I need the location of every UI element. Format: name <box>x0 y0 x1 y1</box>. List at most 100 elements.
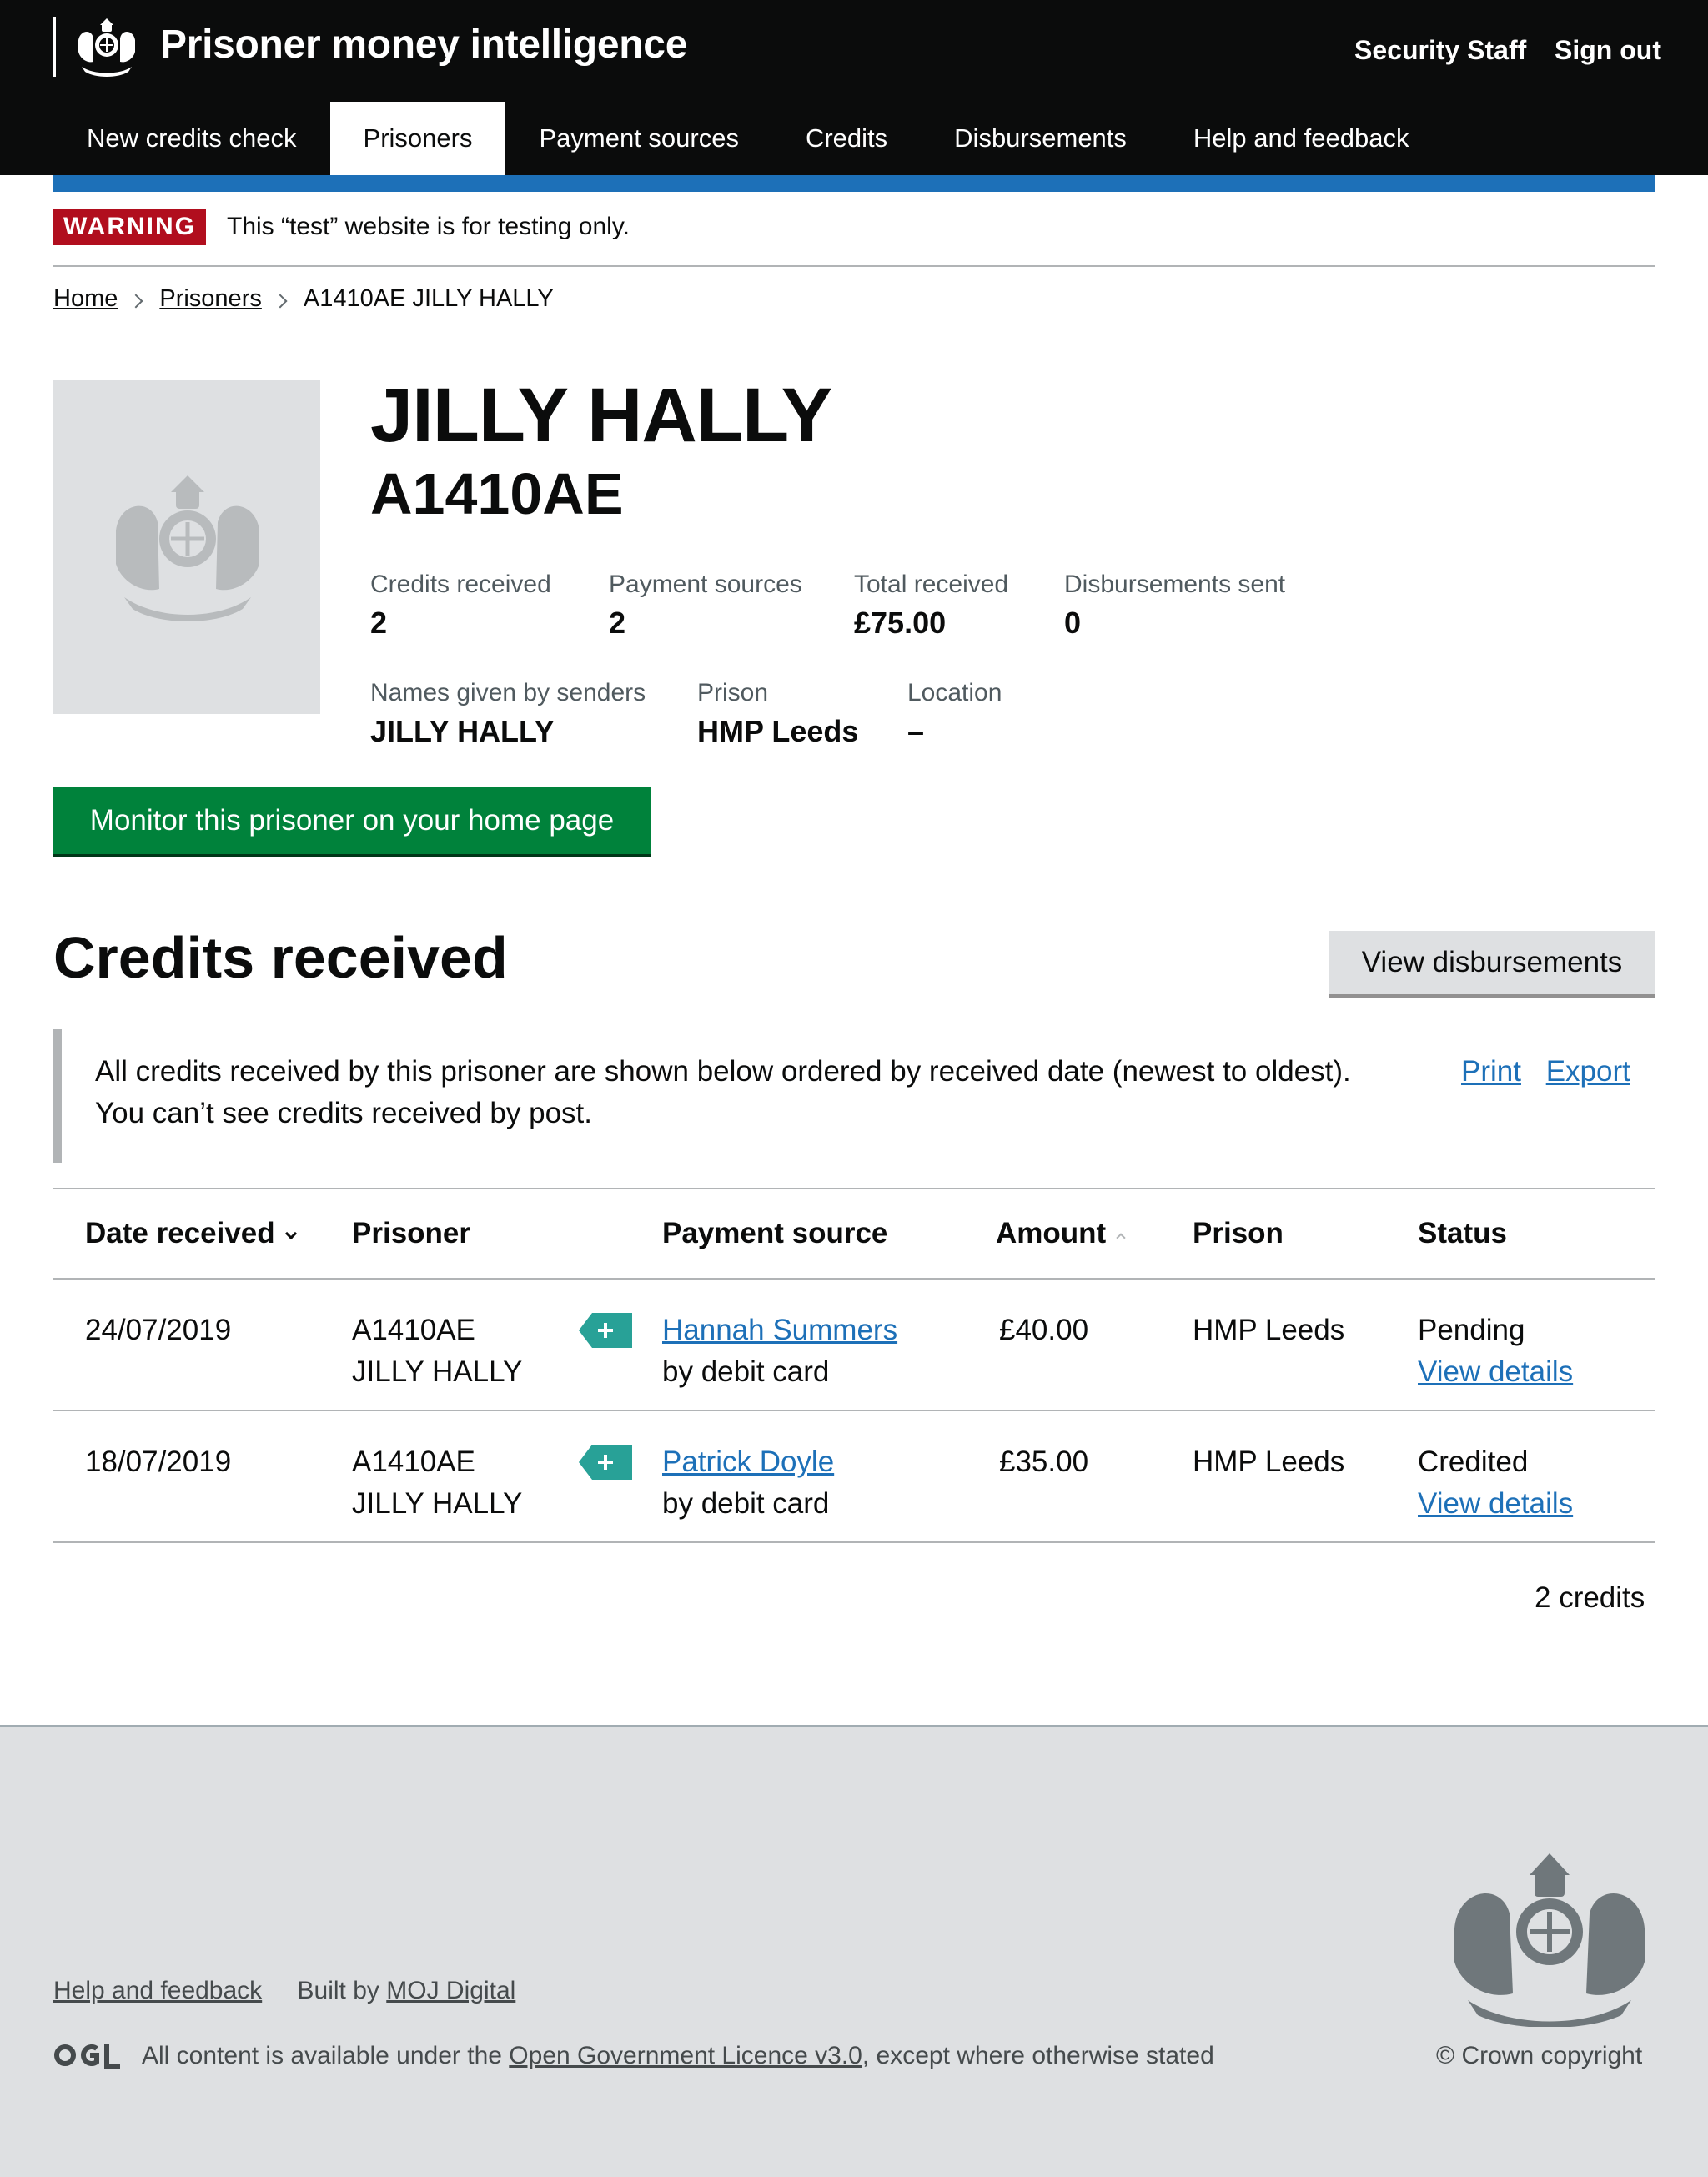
prisoner-photo-placeholder <box>53 380 320 714</box>
print-link[interactable]: Print <box>1461 1055 1521 1088</box>
column-prisoner: Prisoner <box>352 1188 560 1280</box>
royal-crest-icon <box>116 475 259 621</box>
column-label: Amount <box>996 1217 1107 1249</box>
status-text: Credited <box>1418 1445 1529 1478</box>
breadcrumb-current: A1410AE JILLY HALLY <box>303 285 554 312</box>
column-status: Status <box>1418 1188 1655 1280</box>
inset-actions: Print Export <box>1461 1051 1647 1093</box>
user-name[interactable]: Security Staff <box>1354 35 1526 66</box>
breadcrumb-prisoners[interactable]: Prisoners <box>159 285 262 313</box>
stat-value: – <box>907 714 925 748</box>
credits-count: 2 credits <box>1535 1581 1645 1614</box>
cell-status: Pending View details <box>1418 1279 1655 1411</box>
cell-payment-source: Patrick Doyle by debit card <box>662 1410 987 1543</box>
service-name[interactable]: Prisoner money intelligence <box>160 22 687 68</box>
column-label: Date received <box>85 1217 275 1249</box>
cell-prison: HMP Leeds <box>1193 1279 1418 1411</box>
divider <box>53 265 1655 267</box>
licence-prefix: All content is available under the <box>142 2042 502 2069</box>
built-by-text: Built by <box>297 1977 379 2004</box>
sort-ascending-icon <box>1116 1233 1126 1243</box>
cell-tag <box>560 1410 662 1543</box>
moj-digital-link[interactable]: MOJ Digital <box>386 1977 515 2004</box>
stat-value: 2 <box>609 606 626 640</box>
cell-date: 24/07/2019 <box>53 1279 352 1411</box>
cell-prison: HMP Leeds <box>1193 1410 1418 1543</box>
stat-disbursements-sent: Disbursements sent 0 <box>1064 571 1285 641</box>
ogl-licence-link[interactable]: Open Government Licence v3.0 <box>509 2042 862 2069</box>
breadcrumb-home[interactable]: Home <box>53 285 118 313</box>
royal-crest-icon[interactable] <box>1443 1852 1656 2027</box>
stat-credits-received: Credits received 2 <box>370 571 551 641</box>
credits-table: Date received Prisoner Payment source Am… <box>53 1188 1655 1543</box>
licence-text: All content is available under the Open … <box>142 2042 1214 2070</box>
stat-total-received: Total received £75.00 <box>854 571 1008 641</box>
status-text: Pending <box>1418 1314 1525 1346</box>
cell-tag <box>560 1279 662 1411</box>
nav-prisoners[interactable]: Prisoners <box>329 102 506 175</box>
stat-value: 2 <box>370 606 388 640</box>
prisoner-name: JILLY HALLY <box>352 1487 523 1520</box>
cell-prisoner: A1410AE JILLY HALLY <box>352 1410 560 1543</box>
stat-label: Total received <box>854 571 1009 598</box>
licence-suffix: , except where otherwise stated <box>862 2042 1214 2069</box>
monitor-prisoner-button[interactable]: Monitor this prisoner on your home page <box>53 787 651 854</box>
stat-location: Location – <box>907 679 1002 749</box>
plus-tag-icon[interactable] <box>579 1313 632 1348</box>
header-divider <box>53 17 56 77</box>
cell-date: 18/07/2019 <box>53 1410 352 1543</box>
nav-credits[interactable]: Credits <box>772 102 921 175</box>
prisoner-name: JILLY HALLY <box>370 373 832 458</box>
plus-tag-icon[interactable] <box>579 1445 632 1480</box>
chevron-right-icon <box>128 294 143 308</box>
column-spacer <box>560 1188 662 1280</box>
export-link[interactable]: Export <box>1546 1055 1630 1088</box>
footer-help-link[interactable]: Help and feedback <box>53 1977 262 2004</box>
stat-label: Payment sources <box>609 571 802 598</box>
view-details-link[interactable]: View details <box>1418 1487 1573 1520</box>
crown-copyright-link[interactable]: © Crown copyright <box>1436 2042 1642 2070</box>
sign-out-link[interactable]: Sign out <box>1555 35 1661 66</box>
stat-names-given: Names given by senders JILLY HALLY <box>370 679 646 749</box>
credits-info-text: All credits received by this prisoner ar… <box>95 1055 1351 1129</box>
site-header: Prisoner money intelligence Security Sta… <box>0 0 1708 175</box>
nav-new-credits-check[interactable]: New credits check <box>53 102 330 175</box>
stat-value: HMP Leeds <box>697 714 859 748</box>
column-prison: Prison <box>1193 1188 1418 1280</box>
table-header-row: Date received Prisoner Payment source Am… <box>53 1188 1655 1280</box>
chevron-right-icon <box>273 294 288 308</box>
cell-amount: £40.00 <box>987 1279 1193 1411</box>
sort-descending-icon <box>284 1227 297 1240</box>
stat-value: JILLY HALLY <box>370 714 555 748</box>
stat-label: Location <box>907 679 1002 706</box>
payment-method: by debit card <box>662 1355 830 1388</box>
nav-disbursements[interactable]: Disbursements <box>921 102 1160 175</box>
cell-prisoner: A1410AE JILLY HALLY <box>352 1279 560 1411</box>
payment-method: by debit card <box>662 1487 830 1520</box>
cell-status: Credited View details <box>1418 1410 1655 1543</box>
view-details-link[interactable]: View details <box>1418 1355 1573 1388</box>
prisoner-number: A1410AE <box>352 1445 475 1478</box>
prisoner-name: JILLY HALLY <box>352 1355 523 1388</box>
column-amount[interactable]: Amount <box>987 1188 1193 1280</box>
column-date-received[interactable]: Date received <box>53 1188 352 1280</box>
stat-value: £75.00 <box>854 606 947 640</box>
prisoner-number: A1410AE <box>352 1314 475 1346</box>
header-stripe <box>53 175 1655 192</box>
stat-label: Prison <box>697 679 769 706</box>
view-disbursements-button[interactable]: View disbursements <box>1329 931 1655 994</box>
prisoner-number: A1410AE <box>370 461 624 526</box>
payment-source-link[interactable]: Hannah Summers <box>662 1314 897 1346</box>
breadcrumb: Home Prisoners A1410AE JILLY HALLY <box>53 285 554 313</box>
credits-info-inset: All credits received by this prisoner ar… <box>53 1029 1655 1163</box>
stat-prison: Prison HMP Leeds <box>697 679 858 749</box>
nav-help-and-feedback[interactable]: Help and feedback <box>1160 102 1443 175</box>
credits-section-title: Credits received <box>53 925 508 990</box>
payment-source-link[interactable]: Patrick Doyle <box>662 1445 834 1478</box>
royal-crest-icon[interactable] <box>68 15 145 78</box>
nav-payment-sources[interactable]: Payment sources <box>505 102 772 175</box>
site-footer: Help and feedback Built by MOJ Digital A… <box>0 1725 1708 2177</box>
table-row: 18/07/2019 A1410AE JILLY HALLY Patrick D… <box>53 1410 1655 1543</box>
stat-payment-sources: Payment sources 2 <box>609 571 802 641</box>
cell-amount: £35.00 <box>987 1410 1193 1543</box>
